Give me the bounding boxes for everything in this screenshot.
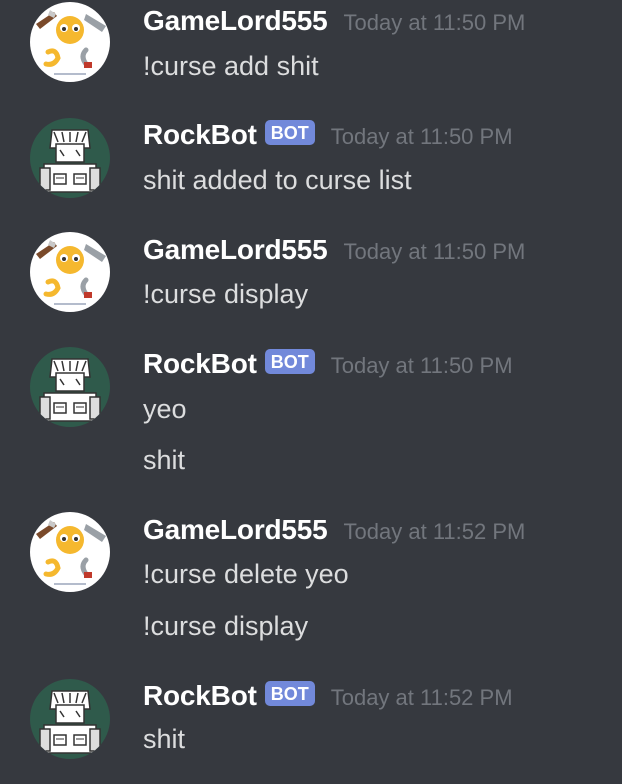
message-text: !curse add shit — [143, 51, 319, 81]
bot-badge: BOT — [264, 348, 315, 374]
message-group: GameLord555 Today at 11:50 PM !curse add… — [0, 0, 622, 110]
message-header: RockBot BOT Today at 11:50 PM — [143, 347, 513, 381]
username[interactable]: GameLord555 — [143, 234, 328, 266]
timestamp[interactable]: Today at 11:50 PM — [344, 239, 526, 265]
bot-badge: BOT — [264, 119, 315, 145]
bot-badge: BOT — [264, 680, 315, 706]
timestamp[interactable]: Today at 11:50 PM — [331, 124, 513, 150]
message-group: RockBot BOT Today at 11:50 PM yeo shit — [0, 341, 622, 506]
message-text: shit — [143, 724, 186, 754]
message-header: GameLord555 Today at 11:52 PM — [143, 513, 525, 547]
message-text: !curse delete yeo — [143, 559, 349, 589]
message-text: shit — [143, 445, 186, 475]
bot-avatar-icon[interactable] — [30, 347, 110, 427]
message-group: GameLord555 Today at 11:52 PM !curse del… — [0, 510, 622, 675]
timestamp[interactable]: Today at 11:50 PM — [331, 353, 513, 379]
message-text: !curse display — [143, 611, 309, 641]
bot-avatar-icon[interactable] — [30, 118, 110, 198]
message-group: GameLord555 Today at 11:50 PM !curse dis… — [0, 229, 622, 339]
message-header: RockBot BOT Today at 11:50 PM — [143, 118, 513, 152]
message-header: GameLord555 Today at 11:50 PM — [143, 4, 525, 38]
user-avatar-icon[interactable] — [30, 512, 110, 592]
message-header: GameLord555 Today at 11:50 PM — [143, 233, 525, 267]
message-text: yeo — [143, 394, 187, 424]
message-text: shit added to curse list — [143, 165, 412, 195]
timestamp[interactable]: Today at 11:52 PM — [331, 685, 513, 711]
username[interactable]: RockBot — [143, 348, 257, 380]
user-avatar-icon[interactable] — [30, 232, 110, 312]
timestamp[interactable]: Today at 11:50 PM — [344, 10, 526, 36]
timestamp[interactable]: Today at 11:52 PM — [344, 519, 526, 545]
username[interactable]: RockBot — [143, 680, 257, 712]
username[interactable]: GameLord555 — [143, 514, 328, 546]
bot-avatar-icon[interactable] — [30, 679, 110, 759]
message-header: RockBot BOT Today at 11:52 PM — [143, 679, 513, 713]
username[interactable]: RockBot — [143, 119, 257, 151]
username[interactable]: GameLord555 — [143, 5, 328, 37]
message-group: RockBot BOT Today at 11:52 PM shit — [0, 675, 622, 784]
user-avatar-icon[interactable] — [30, 2, 110, 82]
message-group: RockBot BOT Today at 11:50 PM shit added… — [0, 112, 622, 222]
message-text: !curse display — [143, 279, 309, 309]
